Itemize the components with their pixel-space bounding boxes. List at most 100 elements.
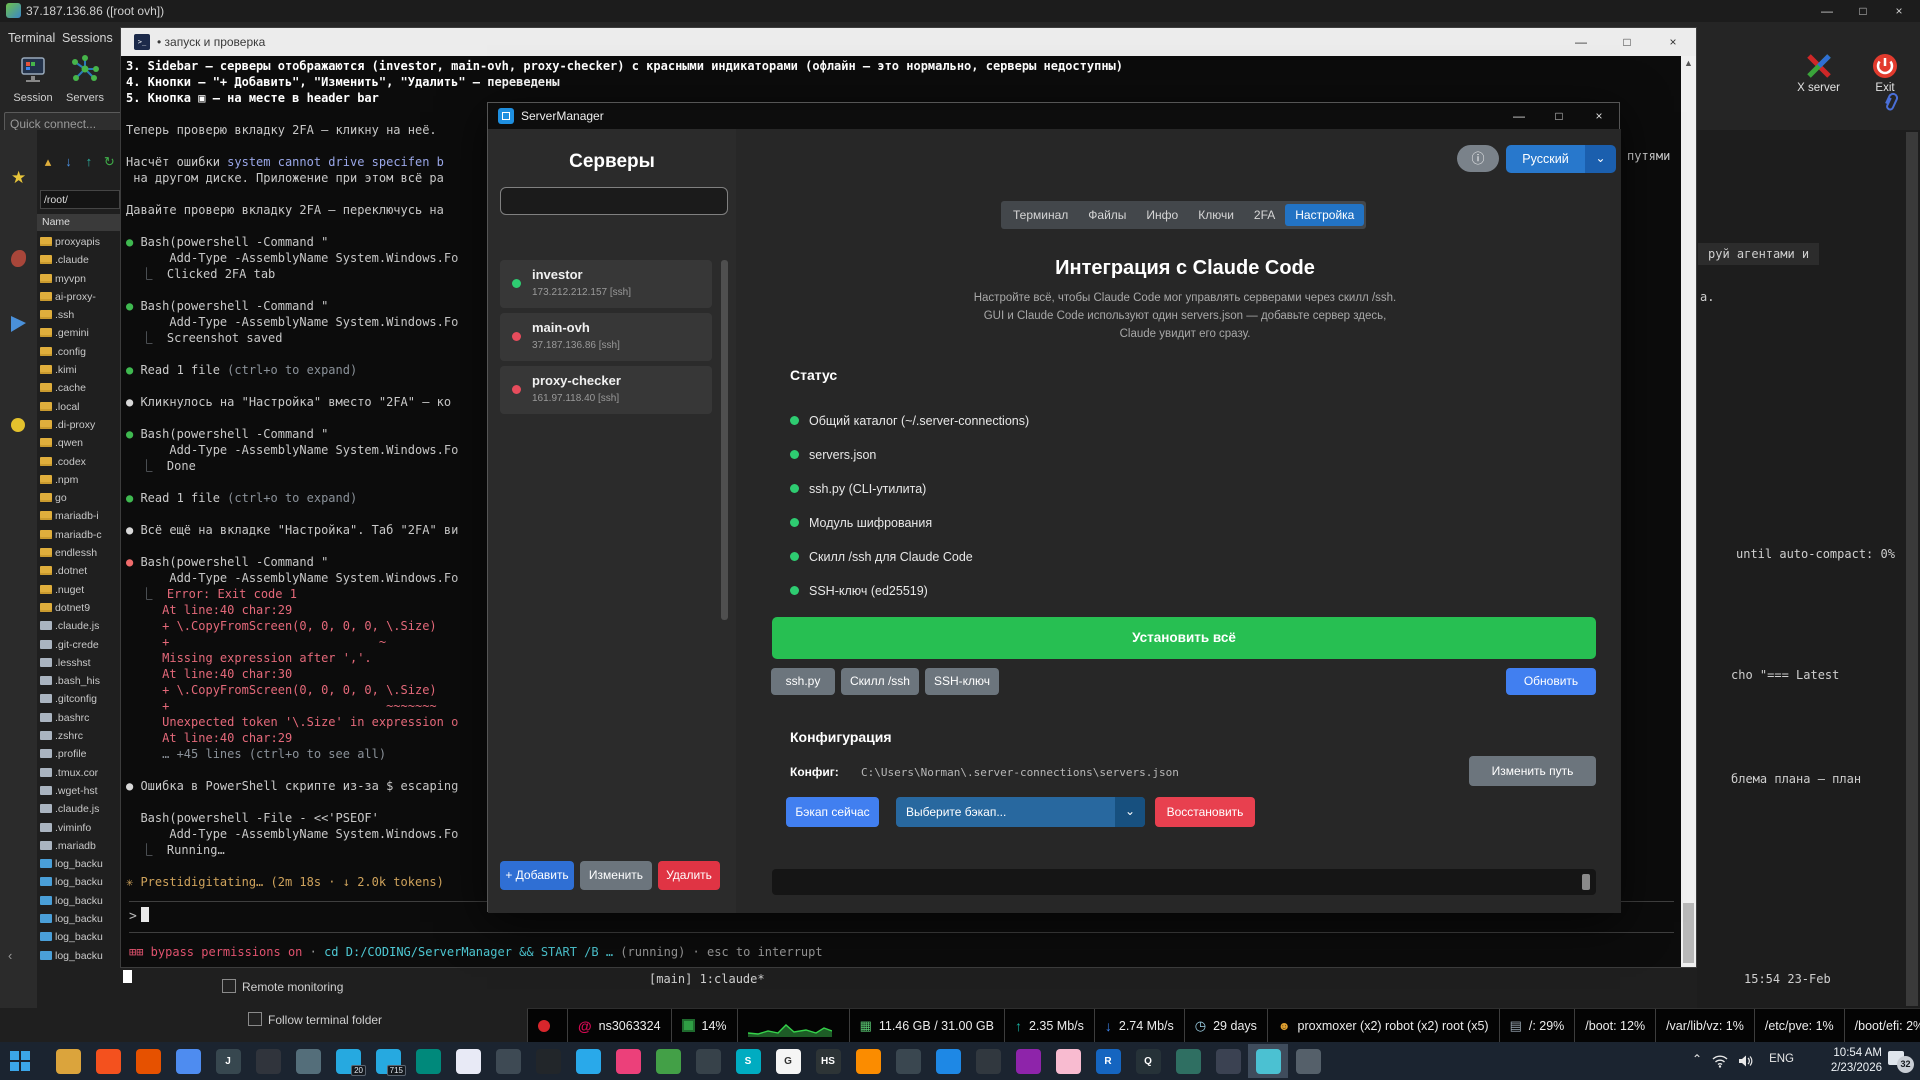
backup-now-button[interactable]: Бэкап сейчас: [786, 797, 879, 827]
file-row[interactable]: log_backu: [37, 873, 122, 891]
session-button[interactable]: Session: [4, 54, 62, 104]
file-row[interactable]: .ssh: [37, 306, 122, 324]
file-row[interactable]: .di-proxy: [37, 416, 122, 434]
taskbar-app-icon[interactable]: [848, 1044, 888, 1078]
macros-icon[interactable]: [11, 250, 26, 267]
file-row[interactable]: .npm: [37, 471, 122, 489]
servermanager-titlebar[interactable]: ServerManager — □ ×: [488, 103, 1619, 129]
tab-Инфо[interactable]: Инфо: [1136, 204, 1188, 226]
delete-server-button[interactable]: Удалить: [658, 861, 720, 890]
taskbar-app-icon[interactable]: 715: [368, 1044, 408, 1078]
server-list-scrollbar[interactable]: [721, 260, 728, 620]
menu-terminal[interactable]: Terminal: [8, 31, 55, 45]
file-row[interactable]: .viminfo: [37, 819, 122, 837]
file-row[interactable]: .wget-hst: [37, 782, 122, 800]
servers-button[interactable]: Servers: [56, 54, 114, 104]
component-button[interactable]: ssh.py: [771, 668, 835, 695]
taskbar-app-icon[interactable]: [448, 1044, 488, 1078]
file-row[interactable]: .qwen: [37, 434, 122, 452]
maximize-icon[interactable]: □: [1846, 2, 1880, 20]
console-scrollbar-thumb[interactable]: [1582, 874, 1590, 890]
taskbar-app-icon[interactable]: [1168, 1044, 1208, 1078]
send-icon[interactable]: [11, 316, 26, 332]
taskbar-app-icon[interactable]: [168, 1044, 208, 1078]
taskbar-app-icon[interactable]: [408, 1044, 448, 1078]
restore-button[interactable]: Восстановить: [1155, 797, 1255, 827]
tray-chevron-icon[interactable]: ⌃: [1692, 1052, 1702, 1066]
taskbar-app-icon[interactable]: [968, 1044, 1008, 1078]
file-row[interactable]: .gitconfig: [37, 690, 122, 708]
file-row[interactable]: .kimi: [37, 361, 122, 379]
component-button[interactable]: SSH-ключ: [925, 668, 999, 695]
taskbar-app-icon[interactable]: [608, 1044, 648, 1078]
exit-button[interactable]: Exit: [1854, 52, 1916, 94]
taskbar-app-icon[interactable]: [488, 1044, 528, 1078]
file-row[interactable]: .claude.js: [37, 617, 122, 635]
file-row[interactable]: .claude: [37, 251, 122, 269]
component-button[interactable]: Скилл /ssh: [841, 668, 919, 695]
terminal-titlebar[interactable]: >_ • запуск и проверка — □ ×: [121, 28, 1696, 56]
taskbar-app-icon[interactable]: [928, 1044, 968, 1078]
refresh-button[interactable]: Обновить: [1506, 668, 1596, 695]
file-row[interactable]: log_backu: [37, 910, 122, 928]
taskbar-app-icon[interactable]: [648, 1044, 688, 1078]
close-icon[interactable]: ×: [1650, 28, 1696, 56]
file-row[interactable]: .gemini: [37, 324, 122, 342]
file-row[interactable]: myvpn: [37, 270, 122, 288]
file-row[interactable]: .cache: [37, 379, 122, 397]
download-icon[interactable]: ↓: [60, 154, 76, 169]
scrollbar-thumb[interactable]: [1683, 903, 1694, 963]
speaker-icon[interactable]: [1738, 1054, 1754, 1073]
tab-Файлы[interactable]: Файлы: [1078, 204, 1136, 226]
tab-2FA[interactable]: 2FA: [1244, 204, 1285, 226]
taskbar-app-icon[interactable]: [528, 1044, 568, 1078]
taskbar-app-icon[interactable]: [288, 1044, 328, 1078]
edit-server-button[interactable]: Изменить: [580, 861, 652, 890]
collapse-panel-icon[interactable]: ‹: [8, 948, 12, 963]
file-row[interactable]: .codex: [37, 453, 122, 471]
taskbar-app-icon[interactable]: [1048, 1044, 1088, 1078]
file-row[interactable]: .profile: [37, 745, 122, 763]
language-dropdown[interactable]: Русский ⌄: [1506, 145, 1616, 173]
change-path-button[interactable]: Изменить путь: [1469, 756, 1596, 786]
file-row[interactable]: proxyapis: [37, 233, 122, 251]
taskbar-app-icon[interactable]: 20: [328, 1044, 368, 1078]
file-row[interactable]: dotnet9: [37, 599, 122, 617]
tab-Терминал[interactable]: Терминал: [1003, 204, 1078, 226]
file-row[interactable]: .nuget: [37, 581, 122, 599]
taskbar-app-icon[interactable]: [1248, 1044, 1288, 1078]
background-scrollbar[interactable]: [1906, 132, 1918, 1006]
taskbar-app-icon[interactable]: [568, 1044, 608, 1078]
file-row[interactable]: .mariadb: [37, 837, 122, 855]
minimize-icon[interactable]: —: [1499, 103, 1539, 129]
taskbar-app-icon[interactable]: [888, 1044, 928, 1078]
notification-center-button[interactable]: 32: [1888, 1051, 1914, 1071]
taskbar-app-icon[interactable]: [48, 1044, 88, 1078]
file-row[interactable]: go: [37, 489, 122, 507]
taskbar-app-icon[interactable]: HS: [808, 1044, 848, 1078]
taskbar-app-icon[interactable]: G: [768, 1044, 808, 1078]
folder-up-icon[interactable]: ▴: [40, 154, 56, 170]
file-row[interactable]: .zshrc: [37, 727, 122, 745]
file-row[interactable]: mariadb-c: [37, 526, 122, 544]
tools-icon[interactable]: [11, 418, 25, 432]
close-icon[interactable]: ×: [1882, 2, 1916, 20]
remote-monitoring-option[interactable]: Remote monitoring: [222, 979, 343, 994]
backup-select[interactable]: Выберите бэкап... ⌄: [896, 797, 1145, 827]
info-button[interactable]: ⓘ: [1457, 145, 1499, 172]
favorites-star-icon[interactable]: ★: [11, 168, 26, 188]
scroll-up-icon[interactable]: ▲: [1684, 58, 1693, 68]
minimize-icon[interactable]: —: [1810, 2, 1844, 20]
file-row[interactable]: endlessh: [37, 544, 122, 562]
menu-sessions[interactable]: Sessions: [62, 31, 113, 45]
taskbar-app-icon[interactable]: [688, 1044, 728, 1078]
terminal-tab-title[interactable]: • запуск и проверка: [157, 35, 265, 49]
taskbar-app-icon[interactable]: [1288, 1044, 1328, 1078]
x-server-button[interactable]: X server: [1788, 52, 1850, 94]
taskbar-app-icon[interactable]: [1208, 1044, 1248, 1078]
wifi-icon[interactable]: [1712, 1054, 1728, 1073]
tab-Настройка[interactable]: Настройка: [1285, 204, 1364, 226]
taskbar-app-icon[interactable]: [248, 1044, 288, 1078]
file-row[interactable]: .config: [37, 343, 122, 361]
follow-terminal-folder-option[interactable]: Follow terminal folder: [248, 1012, 382, 1027]
